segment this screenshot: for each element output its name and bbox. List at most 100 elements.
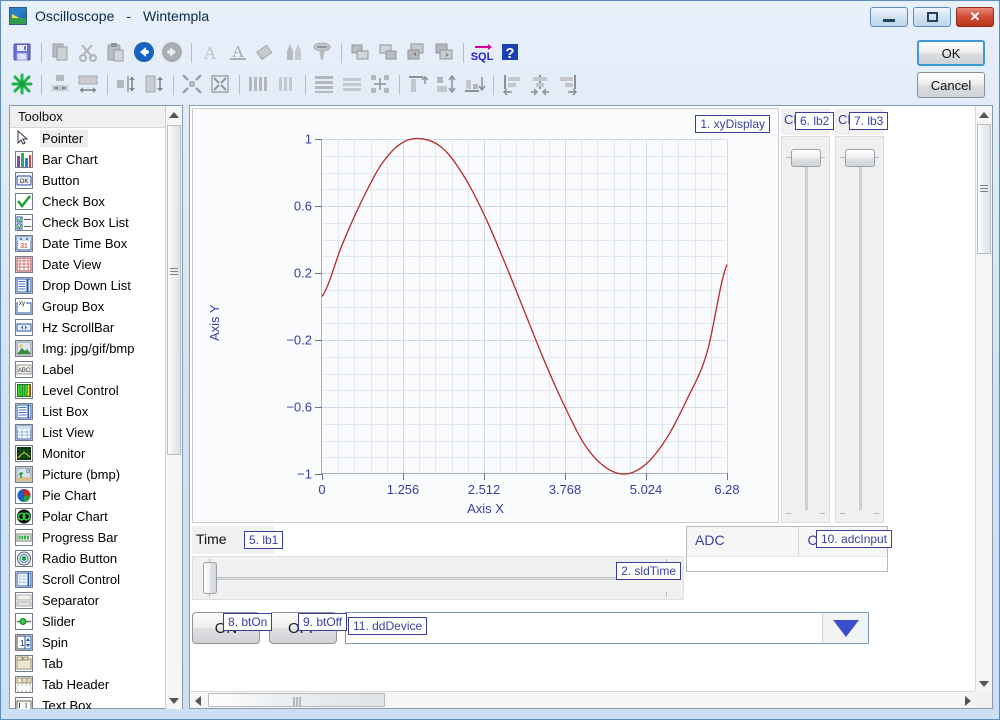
toolbox-item-level-control[interactable]: Level Control [10, 380, 182, 401]
toolbox-item-tab-header[interactable]: Tab Header [10, 674, 182, 695]
shrink-icon[interactable] [179, 71, 205, 97]
align-horizontal-spacing-icon[interactable] [47, 71, 73, 97]
time-slider[interactable]: 2. sldTime [192, 556, 684, 600]
columns-alt-icon[interactable] [273, 71, 299, 97]
bring-to-front-icon[interactable] [347, 39, 373, 65]
toolbox-item-spin[interactable]: 1 Spin [10, 632, 182, 653]
canvas-horizontal-scrollbar[interactable] [190, 691, 976, 708]
toolbox-item-progress-bar[interactable]: Progress Bar [10, 527, 182, 548]
date-time-box-icon: 31 [15, 235, 33, 252]
save-icon[interactable] [9, 39, 35, 65]
design-canvas[interactable]: 1. xyDisplay Axis Y Axis X 0 1.256 2.512 3.… [190, 106, 976, 692]
toolbox-item-text-box[interactable]: I Text Box [10, 695, 182, 709]
channel-2-slider-thumb[interactable] [844, 149, 875, 167]
canvas-scroll-down-button[interactable] [976, 675, 992, 692]
send-backward-icon[interactable] [431, 39, 457, 65]
canvas-hscroll-thumb[interactable] [208, 693, 385, 707]
shrink-all-icon[interactable] [207, 71, 233, 97]
toolbox-item-label: Polar Chart [42, 509, 108, 524]
toolbox-list[interactable]: Pointer Bar Chart OK Button Check Box Check B… [10, 128, 182, 709]
columns-icon[interactable] [245, 71, 271, 97]
scroll-down-button[interactable] [166, 692, 182, 709]
snowflake-icon[interactable] [9, 71, 35, 97]
minimize-button[interactable] [870, 7, 908, 27]
toolbox-item-pie-chart[interactable]: Pie Chart [10, 485, 182, 506]
canvas-vertical-scrollbar[interactable] [975, 106, 992, 692]
toolbox-item-hz-scrollbar[interactable]: Hz ScrollBar [10, 317, 182, 338]
align-left-icon[interactable] [499, 71, 525, 97]
bring-forward-icon[interactable] [403, 39, 429, 65]
align-bottom-icon[interactable] [461, 71, 487, 97]
align-top-icon[interactable] [405, 71, 431, 97]
toolbox-item-picture-bmp[interactable]: Picture (bmp) [10, 464, 182, 485]
toolbox-item-check-box-list[interactable]: Check Box List [10, 212, 182, 233]
sql-icon[interactable]: SQL [469, 39, 495, 65]
channel-1-slider-track[interactable] [804, 149, 808, 510]
toolbox-item-bar-chart[interactable]: Bar Chart [10, 149, 182, 170]
channel-2-slider[interactable] [835, 136, 884, 523]
toolbox-item-radio-button[interactable]: Radio Button [10, 548, 182, 569]
screw-icon[interactable] [309, 39, 335, 65]
toolbox-item-date-view[interactable]: Date View [10, 254, 182, 275]
toolbox-scrollbar[interactable] [165, 106, 182, 709]
dropdown-button[interactable] [822, 613, 868, 643]
toolbox-item-pointer[interactable]: Pointer [10, 128, 182, 149]
undo-icon[interactable] [131, 39, 157, 65]
toolbox-item-scroll-control[interactable]: Scroll Control [10, 569, 182, 590]
equal-horizontal-spacing-icon[interactable] [75, 71, 101, 97]
align-center-icon[interactable] [527, 71, 553, 97]
maximize-button[interactable] [913, 7, 951, 27]
adc-list-row[interactable] [687, 556, 887, 571]
align-middle-icon[interactable] [433, 71, 459, 97]
rows-icon[interactable] [311, 71, 337, 97]
close-button[interactable]: ✕ [956, 7, 994, 27]
toolbox-item-separator[interactable]: Separator [10, 590, 182, 611]
send-to-back-icon[interactable] [375, 39, 401, 65]
channel-2-slider-track[interactable] [858, 149, 862, 510]
time-slider-thumb[interactable] [203, 562, 217, 594]
cancel-button[interactable]: Cancel [917, 72, 985, 98]
canvas-scroll-up-button[interactable] [976, 106, 992, 123]
equal-vertical-spacing-icon[interactable] [141, 71, 167, 97]
channel-1-slider-panel[interactable]: CH 6. lb2 [781, 108, 835, 523]
cut-icon[interactable] [75, 39, 101, 65]
vertical-spacing-icon[interactable] [113, 71, 139, 97]
xy-display-control[interactable]: 1. xyDisplay Axis Y Axis X 0 1.256 2.512 3.… [192, 108, 779, 523]
font-underline-icon[interactable]: A [225, 39, 251, 65]
pencils-icon[interactable] [281, 39, 307, 65]
toolbox-item-slider[interactable]: Slider [10, 611, 182, 632]
toolbox-item-list-box[interactable]: List Box [10, 401, 182, 422]
toolbox-item-drop-down-list[interactable]: Drop Down List [10, 275, 182, 296]
canvas-scroll-left-button[interactable] [190, 692, 206, 709]
toolbox-item-label[interactable]: ABC Label [10, 359, 182, 380]
toolbox-item-tab[interactable]: Tab [10, 653, 182, 674]
toolbox-item-monitor[interactable]: Monitor [10, 443, 182, 464]
toolbox-scroll-thumb[interactable] [167, 125, 181, 455]
toolbox-item-group-box[interactable]: xy Group Box [10, 296, 182, 317]
channel-2-slider-panel[interactable]: CH 7. lb3 [835, 108, 889, 523]
toolbox-item-check-box[interactable]: Check Box [10, 191, 182, 212]
canvas-vscroll-thumb[interactable] [977, 124, 991, 254]
time-slider-track[interactable] [205, 577, 671, 580]
paste-icon[interactable] [103, 39, 129, 65]
ok-button[interactable]: OK [917, 40, 985, 66]
scroll-up-button[interactable] [166, 106, 182, 123]
grid-resize-icon[interactable] [367, 71, 393, 97]
copy-icon[interactable] [47, 39, 73, 65]
rows-alt-icon[interactable] [339, 71, 365, 97]
channel-1-slider-thumb[interactable] [790, 149, 821, 167]
toolbox-item-date-time-box[interactable]: 31 Date Time Box [10, 233, 182, 254]
toolbox-item-polar-chart[interactable]: Polar Chart [10, 506, 182, 527]
fill-color-icon[interactable] [253, 39, 279, 65]
canvas-scroll-right-button[interactable] [960, 692, 976, 709]
redo-icon[interactable] [159, 39, 185, 65]
toolbox-item-button[interactable]: OK Button [10, 170, 182, 191]
font-icon[interactable]: A [197, 39, 223, 65]
toolbox-item-list-view[interactable]: List View [10, 422, 182, 443]
toolbox-item-img-jpg-gif-bmp[interactable]: Img: jpg/gif/bmp [10, 338, 182, 359]
adc-column-adc[interactable]: ADC [687, 527, 800, 556]
channel-1-slider[interactable] [781, 136, 830, 523]
svg-text:A: A [204, 43, 217, 63]
align-right-icon[interactable] [555, 71, 581, 97]
help-icon[interactable]: ? [497, 39, 523, 65]
